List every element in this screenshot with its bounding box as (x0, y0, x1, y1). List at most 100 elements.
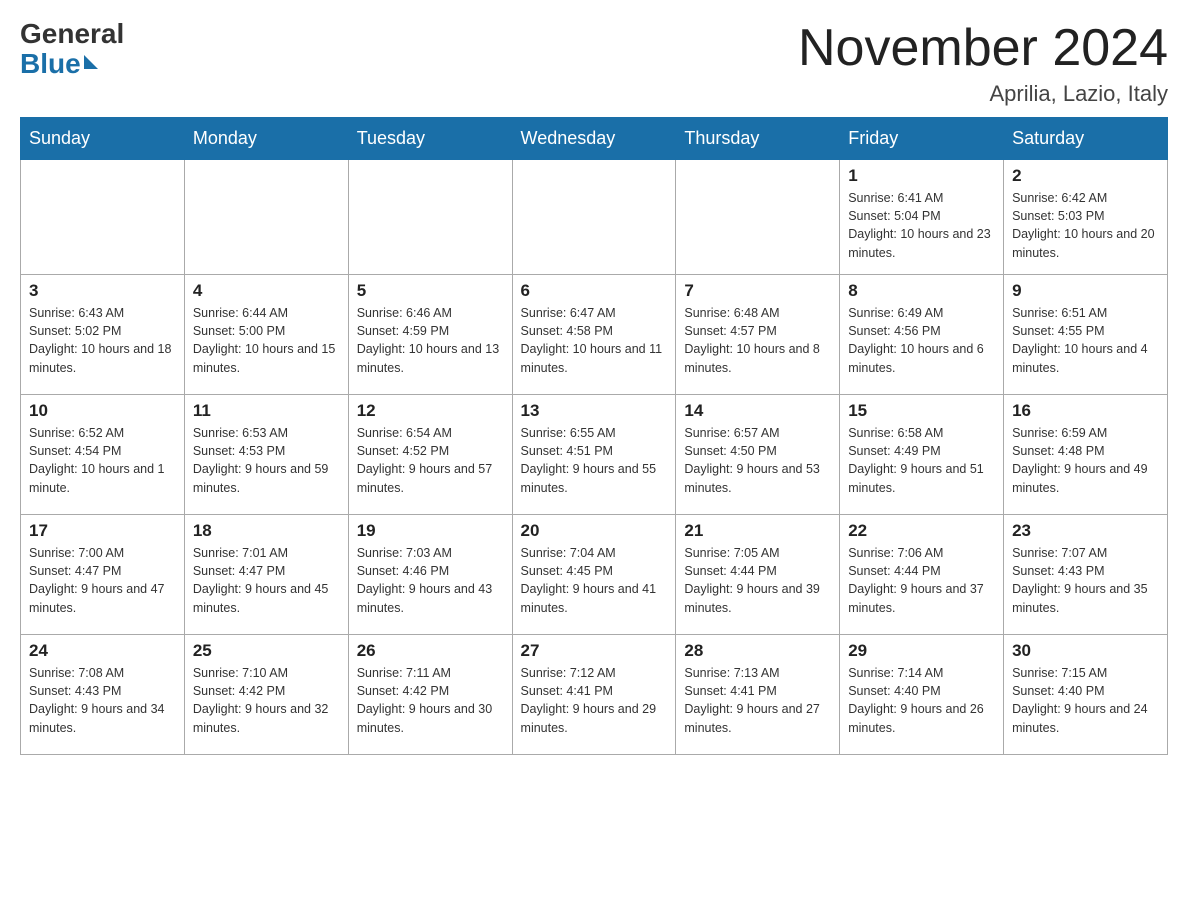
calendar-cell: 30 Sunrise: 7:15 AMSunset: 4:40 PMDayligh… (1004, 635, 1168, 755)
calendar-cell: 19 Sunrise: 7:03 AMSunset: 4:46 PMDayligh… (348, 515, 512, 635)
calendar-cell (676, 160, 840, 275)
calendar-cell (21, 160, 185, 275)
day-info: Sunrise: 7:03 AMSunset: 4:46 PMDaylight:… (357, 544, 504, 617)
day-info: Sunrise: 6:53 AMSunset: 4:53 PMDaylight:… (193, 424, 340, 497)
day-number: 16 (1012, 401, 1159, 421)
day-number: 30 (1012, 641, 1159, 661)
calendar-cell: 15Sunrise: 6:58 AMSunset: 4:49 PMDayligh… (840, 395, 1004, 515)
day-info: Sunrise: 7:04 AMSunset: 4:45 PMDaylight:… (521, 544, 668, 617)
day-number: 20 (521, 521, 668, 541)
calendar-cell: 5 Sunrise: 6:46 AMSunset: 4:59 PMDaylight… (348, 275, 512, 395)
calendar-cell: 4 Sunrise: 6:44 AMSunset: 5:00 PMDaylight… (184, 275, 348, 395)
day-info: Sunrise: 7:00 AMSunset: 4:47 PMDaylight:… (29, 544, 176, 617)
calendar-cell: 27 Sunrise: 7:12 AMSunset: 4:41 PMDayligh… (512, 635, 676, 755)
day-info: Sunrise: 6:42 AMSunset: 5:03 PMDaylight:… (1012, 189, 1159, 262)
calendar-cell (348, 160, 512, 275)
day-info: Sunrise: 6:46 AMSunset: 4:59 PMDaylight:… (357, 304, 504, 377)
calendar-cell: 7 Sunrise: 6:48 AMSunset: 4:57 PMDaylight… (676, 275, 840, 395)
calendar-cell (184, 160, 348, 275)
day-number: 24 (29, 641, 176, 661)
day-info: Sunrise: 6:55 AMSunset: 4:51 PMDaylight:… (521, 424, 668, 497)
day-number: 14 (684, 401, 831, 421)
day-number: 23 (1012, 521, 1159, 541)
day-number: 28 (684, 641, 831, 661)
calendar-header-tuesday: Tuesday (348, 118, 512, 160)
calendar-cell: 25Sunrise: 7:10 AMSunset: 4:42 PMDayligh… (184, 635, 348, 755)
calendar-cell: 2Sunrise: 6:42 AMSunset: 5:03 PMDaylight… (1004, 160, 1168, 275)
day-info: Sunrise: 6:57 AMSunset: 4:50 PMDaylight:… (684, 424, 831, 497)
logo-blue-text: Blue (20, 48, 81, 80)
calendar-week-row-5: 24Sunrise: 7:08 AMSunset: 4:43 PMDayligh… (21, 635, 1168, 755)
day-number: 13 (521, 401, 668, 421)
calendar-cell: 29Sunrise: 7:14 AMSunset: 4:40 PMDayligh… (840, 635, 1004, 755)
calendar-week-row-3: 10 Sunrise: 6:52 AMSunset: 4:54 PMDayligh… (21, 395, 1168, 515)
day-info: Sunrise: 7:15 AMSunset: 4:40 PMDaylight:… (1012, 664, 1159, 737)
day-number: 5 (357, 281, 504, 301)
day-info: Sunrise: 7:12 AMSunset: 4:41 PMDaylight:… (521, 664, 668, 737)
day-number: 9 (1012, 281, 1159, 301)
month-title: November 2024 (798, 20, 1168, 77)
day-info: Sunrise: 6:54 AMSunset: 4:52 PMDaylight:… (357, 424, 504, 497)
day-info: Sunrise: 6:52 AMSunset: 4:54 PMDaylight:… (29, 424, 176, 497)
day-info: Sunrise: 6:48 AMSunset: 4:57 PMDaylight:… (684, 304, 831, 377)
day-number: 10 (29, 401, 176, 421)
day-number: 27 (521, 641, 668, 661)
calendar-cell: 26Sunrise: 7:11 AMSunset: 4:42 PMDayligh… (348, 635, 512, 755)
calendar-header-wednesday: Wednesday (512, 118, 676, 160)
calendar-cell: 1Sunrise: 6:41 AMSunset: 5:04 PMDaylight… (840, 160, 1004, 275)
day-info: Sunrise: 6:44 AMSunset: 5:00 PMDaylight:… (193, 304, 340, 377)
day-number: 17 (29, 521, 176, 541)
day-number: 4 (193, 281, 340, 301)
day-info: Sunrise: 6:43 AMSunset: 5:02 PMDaylight:… (29, 304, 176, 377)
day-info: Sunrise: 7:01 AMSunset: 4:47 PMDaylight:… (193, 544, 340, 617)
calendar-header-row: SundayMondayTuesdayWednesdayThursdayFrid… (21, 118, 1168, 160)
calendar-table: SundayMondayTuesdayWednesdayThursdayFrid… (20, 117, 1168, 755)
calendar-cell: 18 Sunrise: 7:01 AMSunset: 4:47 PMDayligh… (184, 515, 348, 635)
calendar-cell: 12Sunrise: 6:54 AMSunset: 4:52 PMDayligh… (348, 395, 512, 515)
calendar-cell: 28Sunrise: 7:13 AMSunset: 4:41 PMDayligh… (676, 635, 840, 755)
day-info: Sunrise: 7:10 AMSunset: 4:42 PMDaylight:… (193, 664, 340, 737)
title-block: November 2024 Aprilia, Lazio, Italy (798, 20, 1168, 107)
day-number: 1 (848, 166, 995, 186)
calendar-cell: 3 Sunrise: 6:43 AMSunset: 5:02 PMDaylight… (21, 275, 185, 395)
calendar-header-friday: Friday (840, 118, 1004, 160)
day-number: 22 (848, 521, 995, 541)
day-number: 8 (848, 281, 995, 301)
calendar-cell: 16 Sunrise: 6:59 AMSunset: 4:48 PMDayligh… (1004, 395, 1168, 515)
day-number: 19 (357, 521, 504, 541)
calendar-cell: 22 Sunrise: 7:06 AMSunset: 4:44 PMDayligh… (840, 515, 1004, 635)
day-number: 18 (193, 521, 340, 541)
calendar-cell: 17 Sunrise: 7:00 AMSunset: 4:47 PMDayligh… (21, 515, 185, 635)
calendar-header-saturday: Saturday (1004, 118, 1168, 160)
calendar-week-row-1: 1Sunrise: 6:41 AMSunset: 5:04 PMDaylight… (21, 160, 1168, 275)
calendar-cell: 21 Sunrise: 7:05 AMSunset: 4:44 PMDayligh… (676, 515, 840, 635)
day-number: 11 (193, 401, 340, 421)
day-info: Sunrise: 6:59 AMSunset: 4:48 PMDaylight:… (1012, 424, 1159, 497)
calendar-cell: 20 Sunrise: 7:04 AMSunset: 4:45 PMDayligh… (512, 515, 676, 635)
day-info: Sunrise: 7:11 AMSunset: 4:42 PMDaylight:… (357, 664, 504, 737)
day-number: 29 (848, 641, 995, 661)
logo-general-text: General (20, 20, 124, 48)
calendar-header-thursday: Thursday (676, 118, 840, 160)
day-number: 3 (29, 281, 176, 301)
day-info: Sunrise: 6:58 AMSunset: 4:49 PMDaylight:… (848, 424, 995, 497)
day-info: Sunrise: 6:47 AMSunset: 4:58 PMDaylight:… (521, 304, 668, 377)
calendar-week-row-4: 17 Sunrise: 7:00 AMSunset: 4:47 PMDayligh… (21, 515, 1168, 635)
day-number: 6 (521, 281, 668, 301)
day-info: Sunrise: 6:49 AMSunset: 4:56 PMDaylight:… (848, 304, 995, 377)
day-info: Sunrise: 7:05 AMSunset: 4:44 PMDaylight:… (684, 544, 831, 617)
day-info: Sunrise: 6:51 AMSunset: 4:55 PMDaylight:… (1012, 304, 1159, 377)
day-number: 7 (684, 281, 831, 301)
day-info: Sunrise: 7:06 AMSunset: 4:44 PMDaylight:… (848, 544, 995, 617)
calendar-cell: 23 Sunrise: 7:07 AMSunset: 4:43 PMDayligh… (1004, 515, 1168, 635)
calendar-cell (512, 160, 676, 275)
location-title: Aprilia, Lazio, Italy (798, 81, 1168, 107)
page-header: General Blue November 2024 Aprilia, Lazi… (20, 20, 1168, 107)
day-number: 21 (684, 521, 831, 541)
logo: General Blue (20, 20, 124, 80)
calendar-cell: 8 Sunrise: 6:49 AMSunset: 4:56 PMDaylight… (840, 275, 1004, 395)
day-info: Sunrise: 7:07 AMSunset: 4:43 PMDaylight:… (1012, 544, 1159, 617)
calendar-cell: 10 Sunrise: 6:52 AMSunset: 4:54 PMDayligh… (21, 395, 185, 515)
calendar-header-monday: Monday (184, 118, 348, 160)
calendar-cell: 9 Sunrise: 6:51 AMSunset: 4:55 PMDaylight… (1004, 275, 1168, 395)
